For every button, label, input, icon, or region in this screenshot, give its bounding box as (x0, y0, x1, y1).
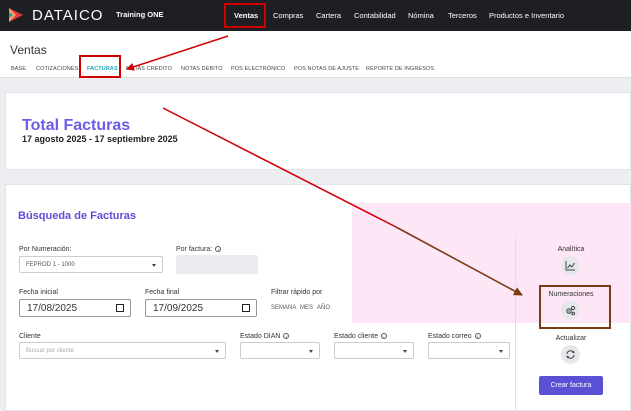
annotation-arrows (126, 35, 523, 296)
arrow-ventas-to-facturas (126, 35, 229, 71)
arrow-red-segment (162, 107, 397, 228)
arrow-to-numeraciones (395, 226, 523, 296)
